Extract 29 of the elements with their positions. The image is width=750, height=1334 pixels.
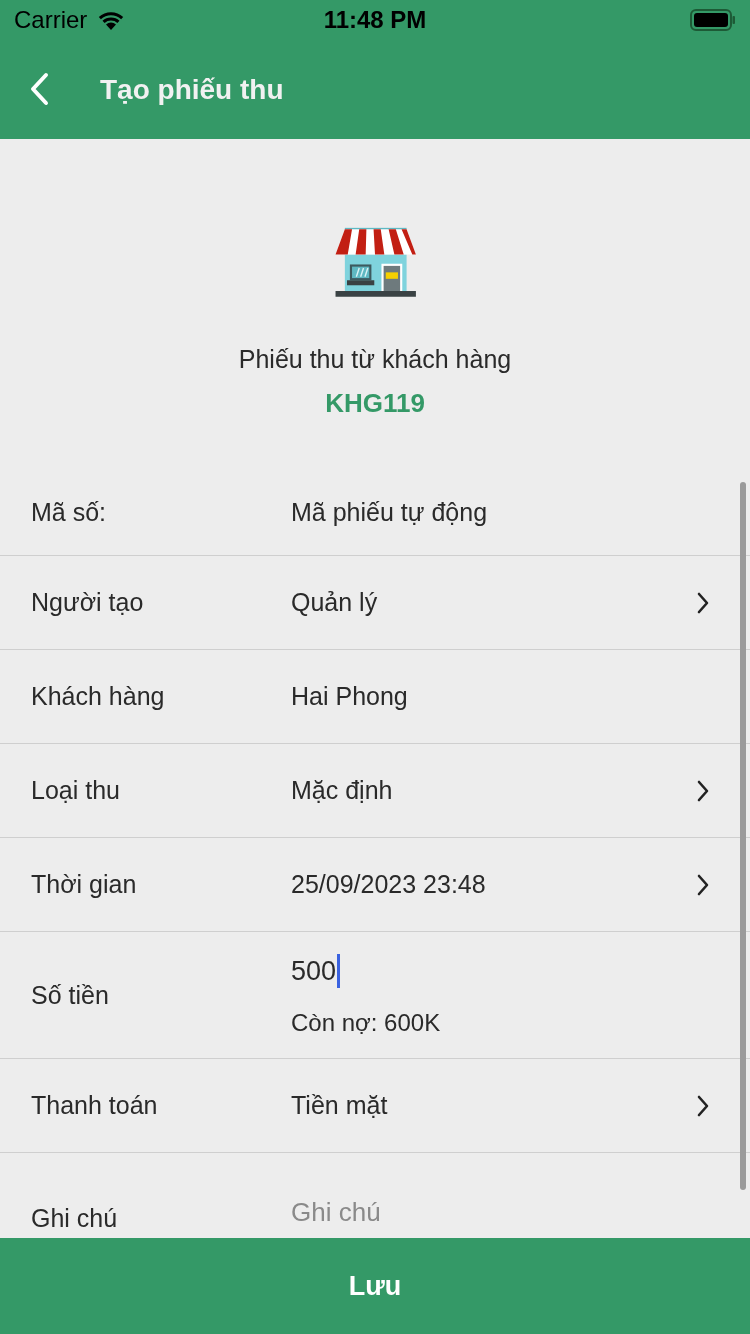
field-value[interactable]: Mặc định bbox=[291, 776, 696, 805]
save-button[interactable]: Lưu bbox=[0, 1238, 750, 1334]
battery-icon bbox=[690, 9, 736, 31]
page-title: Tạo phiếu thu bbox=[100, 73, 284, 106]
field-label: Người tạo bbox=[30, 588, 145, 617]
amount-input[interactable]: 500 bbox=[291, 953, 441, 989]
field-label: Số tiền bbox=[30, 980, 110, 1010]
debt-text: Còn nợ: 600K bbox=[291, 1009, 441, 1037]
field-label: Ghi chú bbox=[30, 1203, 119, 1233]
field-value[interactable]: 25/09/2023 23:48 bbox=[291, 870, 696, 899]
chevron-icon[interactable] bbox=[696, 1093, 710, 1118]
note-input[interactable]: Ghi chú bbox=[291, 1197, 591, 1227]
customer-caption: Phiếu thu từ khách hàng bbox=[238, 345, 512, 374]
back-button[interactable] bbox=[28, 70, 50, 107]
field-label: Thời gian bbox=[30, 870, 138, 899]
field-value[interactable]: Tiền mặt bbox=[291, 1091, 696, 1120]
chevron-icon[interactable] bbox=[696, 872, 710, 897]
field-label: Loại thu bbox=[30, 776, 121, 805]
carrier-text: Carrier bbox=[14, 6, 88, 34]
customer-code: KHG119 bbox=[325, 388, 425, 419]
field-label: Thanh toán bbox=[30, 1091, 159, 1120]
field-value: Hai Phong bbox=[291, 682, 409, 711]
field-value[interactable]: Quản lý bbox=[291, 588, 696, 617]
field-label: Mã số: bbox=[30, 497, 108, 527]
field-label: Khách hàng bbox=[30, 682, 166, 711]
clock-text: 11:48 PM bbox=[322, 6, 428, 34]
field-value: Mã phiếu tự động bbox=[291, 497, 489, 527]
chevron-icon[interactable] bbox=[696, 590, 710, 615]
chevron-icon[interactable] bbox=[696, 778, 710, 803]
